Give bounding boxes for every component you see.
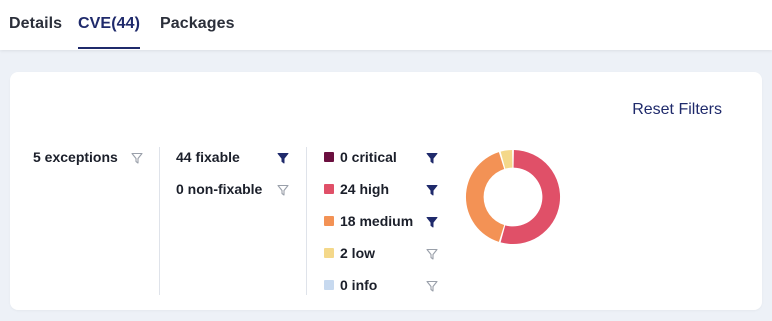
info-swatch: [324, 280, 334, 290]
fixable-filter-icon[interactable]: [277, 152, 289, 164]
severity-donut-chart: [465, 149, 561, 245]
medium-label: 18 medium: [340, 213, 414, 229]
medium-filter-icon[interactable]: [426, 216, 438, 228]
critical-swatch: [324, 152, 334, 162]
info-label: 0 info: [340, 277, 378, 293]
low-label: 2 low: [340, 245, 376, 261]
column-divider: [159, 147, 160, 295]
cve-summary-card: Reset Filters 5 exceptions 44 fixable 0 …: [10, 72, 762, 310]
reset-filters-link[interactable]: Reset Filters: [632, 101, 722, 119]
fixable-label: 44 fixable: [176, 149, 240, 165]
high-swatch: [324, 184, 334, 194]
tab-cve[interactable]: CVE(44): [78, 15, 141, 50]
high-label: 24 high: [340, 181, 390, 197]
low-filter-icon[interactable]: [426, 248, 438, 260]
tab-bar: Details CVE(44) Packages: [0, 0, 772, 50]
donut-segment-medium: [465, 152, 505, 242]
column-divider: [306, 147, 307, 295]
non-fixable-filter-icon[interactable]: [277, 184, 289, 196]
critical-filter-icon[interactable]: [426, 152, 438, 164]
low-swatch: [324, 248, 334, 258]
critical-label: 0 critical: [340, 149, 397, 165]
info-filter-icon[interactable]: [426, 280, 438, 292]
tab-packages[interactable]: Packages: [160, 15, 235, 50]
high-filter-icon[interactable]: [426, 184, 438, 196]
tab-details[interactable]: Details: [9, 15, 62, 50]
exceptions-label: 5 exceptions: [33, 149, 118, 165]
exceptions-filter-icon[interactable]: [131, 152, 143, 164]
non-fixable-label: 0 non-fixable: [176, 181, 263, 197]
medium-swatch: [324, 216, 334, 226]
